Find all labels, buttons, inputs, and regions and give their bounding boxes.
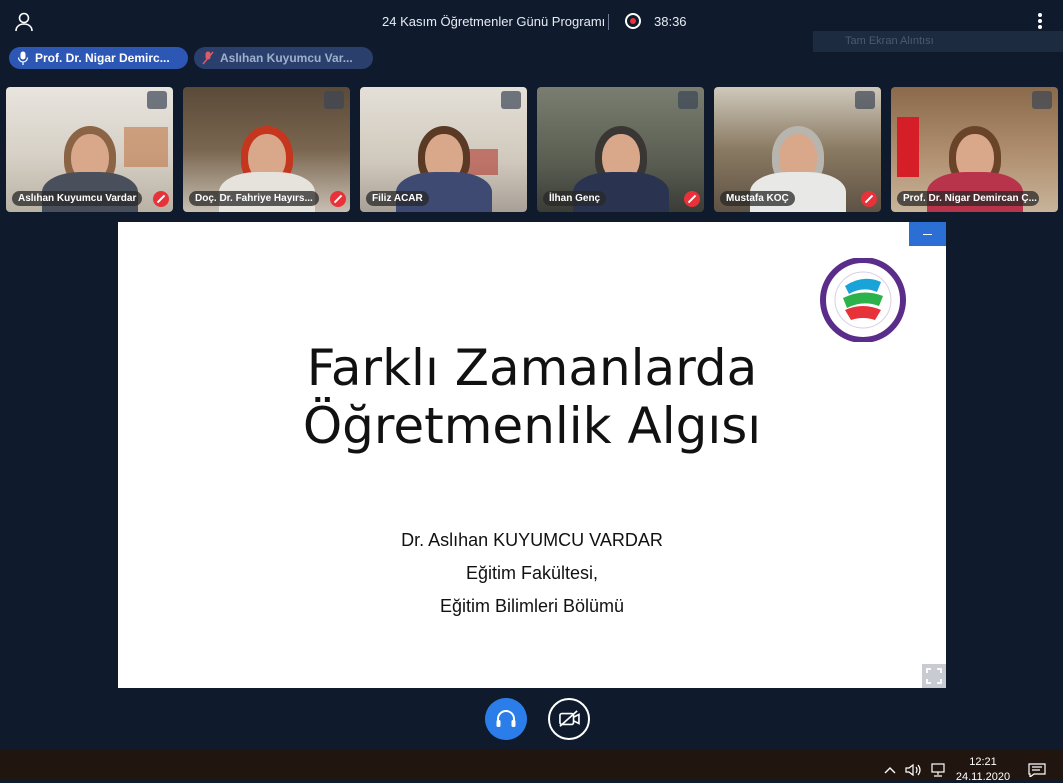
mic-muted-icon [153,191,169,207]
slide-title-line-1: Farklı Zamanlarda [306,339,758,397]
active-speaker-pill[interactable]: Prof. Dr. Nigar Demirc... [9,47,188,69]
university-logo [820,258,906,342]
muted-speaker-pill[interactable]: Aslıhan Kuyumcu Var... [194,47,373,69]
taskbar-date[interactable]: 24.11.2020 [955,771,1011,783]
participant-name: Doç. Dr. Fahriye Hayırs... [189,191,319,206]
expand-icon[interactable] [678,91,698,109]
screenshot-tooltip: Tam Ekran Alıntısı [813,31,1063,52]
expand-icon[interactable] [1032,91,1052,109]
microphone-muted-icon [202,51,214,65]
volume-icon[interactable] [904,763,922,777]
participant-name: Mustafa KOÇ [720,191,795,206]
slide-faculty: Eğitim Fakültesi, [465,563,599,583]
recording-icon[interactable] [625,13,641,29]
speaker-name: Prof. Dr. Nigar Demirc... [35,51,170,65]
microphone-icon [17,51,29,65]
participant-name: Aslıhan Kuyumcu Vardar [12,191,143,206]
participant-tile[interactable]: Doç. Dr. Fahriye Hayırs... [183,87,350,212]
slide-author: Dr. Aslıhan KUYUMCU VARDAR [401,530,663,550]
participant-tile[interactable]: Filiz ACAR [360,87,527,212]
flag [897,117,919,177]
notification-icon[interactable] [1028,763,1046,777]
participants-icon[interactable] [14,12,34,32]
camera-off-button[interactable] [548,698,590,740]
slide-title: Farklı Zamanlarda Öğretmenlik Algısı [118,339,946,455]
participant-tile[interactable]: İlhan Genç [537,87,704,212]
participant-tile[interactable]: Prof. Dr. Nigar Demircan Ç... [891,87,1058,212]
participant-tile[interactable]: Aslıhan Kuyumcu Vardar [6,87,173,212]
taskbar-time[interactable]: 12:21 [955,756,1011,768]
speaker-name: Aslıhan Kuyumcu Var... [220,51,353,65]
expand-icon[interactable] [324,91,344,109]
participant-name: İlhan Genç [543,191,607,206]
mic-muted-icon [861,191,877,207]
fullscreen-icon[interactable] [922,664,946,688]
participant-name: Filiz ACAR [366,191,429,206]
minimize-button[interactable] [909,222,946,246]
chevron-up-icon[interactable] [884,763,896,777]
mic-muted-icon [330,191,346,207]
meeting-title: 24 Kasım Öğretmenler Günü Programı [382,14,606,29]
participant-name: Prof. Dr. Nigar Demircan Ç... [897,191,1039,206]
mic-muted-icon [684,191,700,207]
meeting-timer: 38:36 [654,14,687,29]
participant-tile[interactable]: Mustafa KOÇ [714,87,881,212]
title-divider [608,14,609,30]
shared-screen-slide: Farklı Zamanlarda Öğretmenlik Algısı Dr.… [118,222,946,688]
expand-icon[interactable] [855,91,875,109]
bookshelf [124,127,168,167]
slide-title-line-2: Öğretmenlik Algısı [302,397,762,455]
more-options-icon[interactable] [1036,12,1044,32]
network-icon[interactable] [930,763,946,777]
expand-icon[interactable] [501,91,521,109]
audio-headset-button[interactable] [485,698,527,740]
expand-icon[interactable] [147,91,167,109]
slide-subtitle: Dr. Aslıhan KUYUMCU VARDAR Eğitim Fakült… [118,524,946,623]
slide-department: Eğitim Bilimleri Bölümü [439,596,625,616]
